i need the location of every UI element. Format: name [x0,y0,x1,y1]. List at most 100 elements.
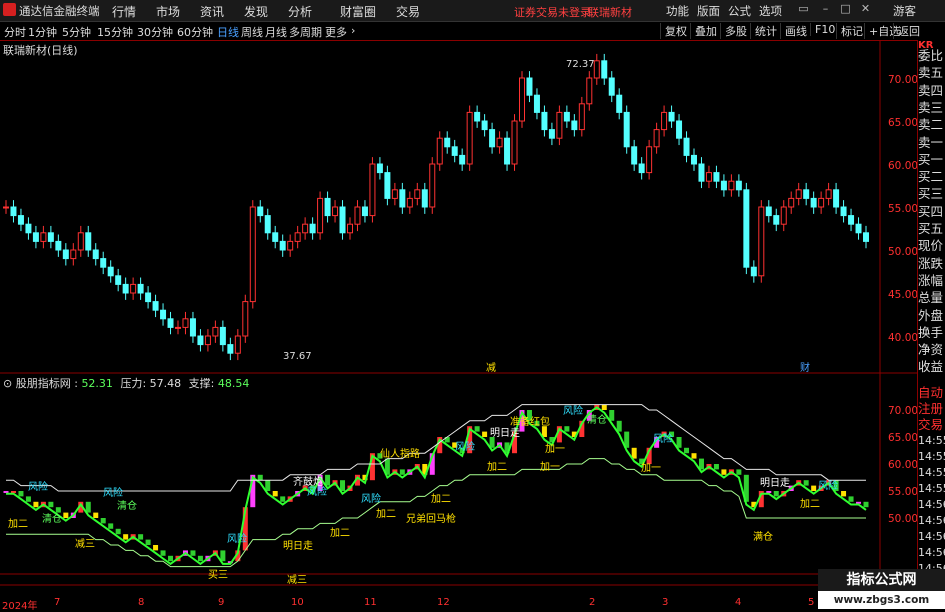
menu-news[interactable]: 资讯 [200,3,224,20]
side-action-label[interactable]: 交易 [918,416,945,433]
period-15min[interactable]: 15分钟 [97,24,133,40]
tool-multi-stock[interactable]: 多股 [720,23,747,39]
quote-field-label: 买五 [918,221,944,236]
tick-time-label: 14:56 [918,546,945,559]
close-icon[interactable]: ✕ [859,2,872,16]
indicator-bar [631,447,637,459]
indicator-name[interactable]: 股朋指标网 [16,377,71,390]
event-reduce-marker[interactable]: 减 [486,359,496,374]
candle-body [788,197,795,208]
period-daily[interactable]: 日线 [217,24,239,40]
signal-label: 加一 [545,444,565,455]
quote-field-label: 外盘 [918,307,944,323]
period-1min[interactable]: 1分钟 [28,24,57,40]
chevron-right-icon[interactable]: › [351,24,355,37]
maximize-icon[interactable]: □ [839,2,852,16]
candle-body [848,215,855,225]
candle-body [489,129,496,148]
candle-body [167,318,174,328]
indicator-settings-icon[interactable]: ⊙ [3,377,12,390]
tool-fuquan[interactable]: 复权 [660,23,687,39]
menu-analysis[interactable]: 分析 [288,3,312,20]
candle-body [646,146,653,174]
candle-body [556,111,563,139]
signal-label: 加二 [431,494,451,505]
quote-field-label: 换手 [918,324,944,340]
candle-body [317,197,324,234]
menu-function[interactable]: 功能 [666,3,689,19]
indicator-bar [160,550,166,556]
candle-body [616,94,623,113]
skin-icon[interactable]: ▭ [797,2,810,16]
period-30min[interactable]: 30分钟 [137,24,173,40]
period-weekly[interactable]: 周线 [241,24,263,40]
indicator-bar [803,480,809,486]
period-5min[interactable]: 5分钟 [62,24,91,40]
tick-time-label: 14:55 [918,450,945,463]
tick-time-label: 14:56 [918,530,945,543]
menu-discover[interactable]: 发现 [244,3,268,20]
date-tick: 4 [735,597,742,608]
signal-label: 减三 [75,539,95,550]
side-action-label[interactable]: 自动 [918,384,945,401]
candle-body [519,77,525,122]
indicator-bar [848,496,854,502]
signal-label: 风险 [227,534,247,545]
candle-body [414,189,421,199]
tool-stats[interactable]: 统计 [750,23,777,39]
candle-body [152,301,159,311]
candle-body [40,232,47,242]
event-finance-marker[interactable]: 财 [800,359,810,374]
period-multi[interactable]: 多周期 [289,24,322,40]
candle-body [691,154,697,165]
signal-label: 风险 [455,442,475,453]
period-intraday[interactable]: 分时 [4,24,26,40]
candle-body [541,111,548,131]
candle-body [818,197,825,208]
quote-field-label: 涨幅 [918,272,944,288]
period-monthly[interactable]: 月线 [265,24,287,40]
main-y-tick: 70.00 [888,74,919,86]
indicator-bar [18,491,24,497]
signal-label: 加一 [641,463,661,474]
indicator-bar [145,539,151,545]
candle-body [474,111,481,122]
signal-label: 风险 [307,487,327,498]
menu-formula[interactable]: 公式 [728,3,751,19]
quote-field-label: 卖二 [918,117,944,133]
tool-f10[interactable]: F10 [810,23,835,36]
candle-body [810,197,817,208]
quote-field-label: 净资 [918,342,944,358]
menu-quotes[interactable]: 行情 [112,3,136,20]
login-status[interactable]: 证券交易未登录 [514,4,591,20]
tool-back[interactable]: 返回 [893,23,920,39]
candle-body [780,206,787,225]
support-value: 48.54 [217,377,250,390]
candle-body [376,163,383,174]
indicator-value: 52.31 [81,377,113,390]
tool-draw[interactable]: 画线 [780,23,807,39]
signal-label: 减三 [287,575,307,586]
candle-body [332,206,339,217]
menu-layout[interactable]: 版面 [697,3,720,19]
minimize-icon[interactable]: – [819,2,832,16]
candle-body [795,189,802,199]
menu-trade[interactable]: 交易 [396,3,420,20]
candle-body [713,172,720,182]
signal-label: 风险 [653,434,673,445]
side-action-label[interactable]: 注册 [918,400,945,417]
period-more[interactable]: 更多 [325,24,347,40]
period-60min[interactable]: 60分钟 [177,24,213,40]
tool-mark[interactable]: 标记 [836,23,863,39]
chart-area[interactable] [0,40,917,609]
menu-market[interactable]: 市场 [156,3,180,20]
candle-body [698,163,705,182]
tool-overlay[interactable]: 叠加 [690,23,717,39]
menu-options[interactable]: 选项 [759,3,782,19]
main-y-tick: 60.00 [888,160,919,172]
date-tick: 3 [662,597,669,608]
menu-wealth[interactable]: 财富圈 [340,3,376,20]
guest-label[interactable]: 游客 [893,3,916,19]
pressure-label: 压力 [120,377,143,390]
candle-body [361,206,368,217]
